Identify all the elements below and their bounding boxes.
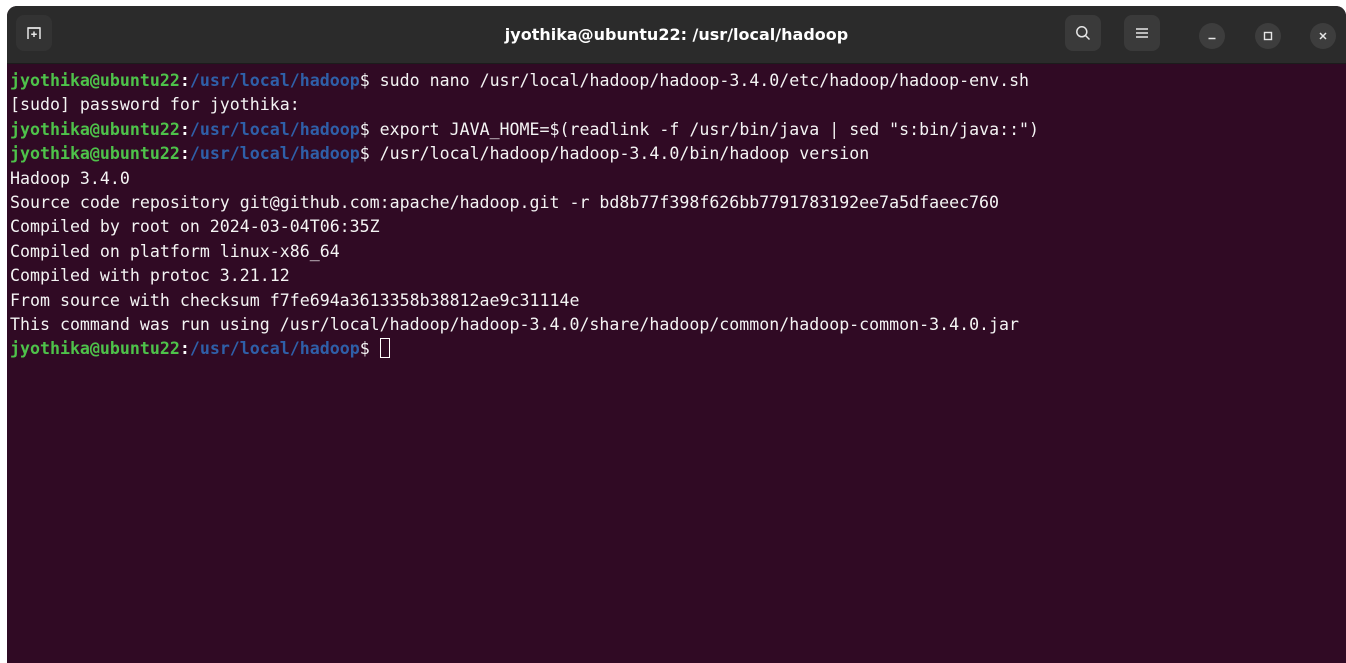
prompt-separator: : — [179, 71, 190, 90]
prompt-dollar: $ — [359, 144, 370, 164]
minimize-button[interactable] — [1199, 23, 1225, 49]
output-line: This command was run using /usr/local/ha… — [10, 314, 1020, 334]
output-line: Compiled with protoc 3.21.12 — [10, 266, 290, 286]
command-text: /usr/local/hadoop/hadoop-3.4.0/bin/hadoo… — [369, 144, 870, 164]
prompt-dollar: $ — [359, 339, 370, 359]
menu-button[interactable] — [1124, 15, 1160, 51]
prompt-user-host: jyothika@ubuntu22 — [10, 71, 180, 90]
prompt-path: /usr/local/hadoop — [189, 339, 360, 359]
hamburger-menu-icon — [1136, 28, 1148, 38]
text-cursor — [379, 338, 390, 359]
close-icon — [1319, 32, 1327, 40]
output-line: Compiled on platform linux-x86_64 — [10, 241, 340, 261]
prompt-user-host: jyothika@ubuntu22 — [10, 119, 180, 139]
command-text — [370, 339, 380, 358]
prompt-dollar: $ — [359, 119, 370, 139]
prompt-separator: : — [179, 119, 190, 139]
prompt-line: jyothika@ubuntu22:/usr/local/hadoop$ /us… — [10, 142, 1346, 166]
new-tab-icon — [27, 27, 41, 39]
output-line: Hadoop 3.4.0 — [10, 168, 130, 188]
prompt-user-host: jyothika@ubuntu22 — [10, 144, 180, 164]
command-text: sudo nano /usr/local/hadoop/hadoop-3.4.0… — [369, 71, 1030, 90]
output-line: [sudo] password for jyothika: — [10, 95, 300, 115]
prompt-line: jyothika@ubuntu22:/usr/local/hadoop$ exp… — [10, 118, 1346, 142]
output-line: Compiled by root on 2024-03-04T06:35Z — [10, 217, 380, 237]
prompt-path: /usr/local/hadoop — [189, 119, 360, 139]
prompt-dollar: $ — [359, 71, 370, 90]
prompt-path: /usr/local/hadoop — [189, 71, 360, 90]
title-bar[interactable]: jyothika@ubuntu22: /usr/local/hadoop — [7, 6, 1346, 64]
search-icon — [1076, 26, 1091, 41]
prompt-separator: : — [179, 339, 190, 359]
minimize-icon — [1208, 37, 1216, 40]
command-text: export JAVA_HOME=$(readlink -f /usr/bin/… — [369, 119, 1040, 139]
output-line: From source with checksum f7fe694a361335… — [10, 290, 580, 310]
maximize-icon — [1263, 31, 1273, 41]
prompt-line: jyothika@ubuntu22:/usr/local/hadoop$ sud… — [10, 69, 1346, 93]
close-button[interactable] — [1310, 23, 1336, 49]
prompt-user-host: jyothika@ubuntu22 — [10, 339, 180, 359]
maximize-button[interactable] — [1255, 23, 1281, 49]
terminal-window: jyothika@ubuntu22: /usr/local/hadoop jyo… — [7, 6, 1346, 663]
output-line: Source code repository git@github.com:ap… — [10, 192, 1000, 212]
prompt-line: jyothika@ubuntu22:/usr/local/hadoop$ — [10, 337, 1346, 361]
new-tab-button[interactable] — [16, 15, 52, 51]
search-button[interactable] — [1065, 15, 1101, 51]
prompt-path: /usr/local/hadoop — [189, 144, 360, 164]
terminal-output[interactable]: jyothika@ubuntu22:/usr/local/hadoop$ sud… — [7, 64, 1346, 663]
prompt-separator: : — [179, 144, 190, 164]
